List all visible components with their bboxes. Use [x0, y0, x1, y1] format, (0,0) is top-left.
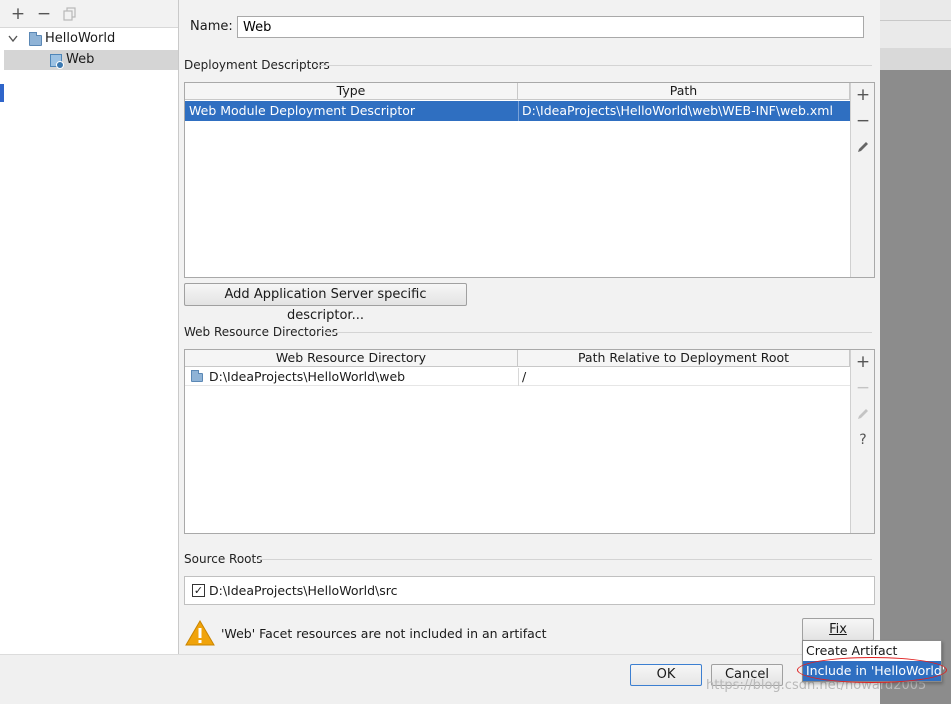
- table-header: Web Resource Directory Path Relative to …: [185, 350, 850, 367]
- column-header-type[interactable]: Type: [185, 83, 518, 100]
- column-divider: [518, 101, 519, 121]
- table-row[interactable]: D:\IdeaProjects\HelloWorld\web /: [185, 368, 850, 386]
- background-window-strip: [880, 48, 951, 70]
- web-facet-icon: [50, 54, 64, 69]
- descriptor-path-cell: D:\IdeaProjects\HelloWorld\web\WEB-INF\w…: [522, 103, 833, 118]
- descriptor-toolbar: + −: [850, 83, 874, 277]
- add-descriptor-icon[interactable]: +: [851, 85, 875, 105]
- tree-item-helloworld[interactable]: HelloWorld: [4, 29, 178, 49]
- relative-path-cell: /: [522, 369, 527, 384]
- section-divider: [258, 559, 872, 560]
- fix-button[interactable]: Fix: [802, 618, 874, 641]
- column-header-directory[interactable]: Web Resource Directory: [185, 350, 518, 367]
- remove-icon[interactable]: −: [35, 5, 53, 23]
- column-divider: [518, 368, 519, 386]
- background-window: [880, 0, 951, 704]
- table-row[interactable]: Web Module Deployment Descriptor D:\Idea…: [185, 101, 850, 121]
- facet-tree-panel: [0, 0, 179, 654]
- add-icon[interactable]: +: [9, 5, 27, 23]
- tree-item-web[interactable]: Web: [4, 50, 178, 70]
- help-icon[interactable]: ?: [851, 430, 875, 450]
- tree-item-label: HelloWorld: [45, 31, 116, 46]
- name-label: Name:: [190, 19, 233, 34]
- ok-button[interactable]: OK: [630, 664, 702, 686]
- tree-item-label: Web: [66, 52, 95, 67]
- deployment-descriptors-title: Deployment Descriptors: [184, 58, 330, 72]
- copy-icon[interactable]: [61, 5, 79, 23]
- highlight-annotation-ring: [797, 657, 947, 683]
- web-resource-directories-table: Web Resource Directory Path Relative to …: [184, 349, 875, 534]
- remove-descriptor-icon[interactable]: −: [851, 111, 875, 131]
- chevron-down-icon[interactable]: [8, 35, 18, 43]
- tree-toolbar: + −: [0, 0, 178, 28]
- web-folder-icon: [191, 370, 203, 382]
- column-header-relative-path[interactable]: Path Relative to Deployment Root: [518, 350, 850, 367]
- table-header: Type Path: [185, 83, 850, 100]
- edit-resource-icon[interactable]: [851, 404, 875, 424]
- module-folder-icon: [29, 32, 42, 46]
- source-root-checkbox[interactable]: ✓: [192, 584, 205, 597]
- edit-descriptor-icon[interactable]: [851, 137, 875, 157]
- descriptor-type-cell: Web Module Deployment Descriptor: [189, 103, 416, 118]
- source-roots-title: Source Roots: [184, 552, 263, 566]
- resource-toolbar: + − ?: [850, 350, 874, 533]
- warning-message: 'Web' Facet resources are not included i…: [221, 626, 547, 641]
- resource-directory-cell: D:\IdeaProjects\HelloWorld\web: [209, 369, 406, 384]
- section-divider: [316, 65, 872, 66]
- remove-resource-icon[interactable]: −: [851, 378, 875, 398]
- source-roots-list: ✓ D:\IdeaProjects\HelloWorld\src: [184, 576, 875, 605]
- web-resource-directories-title: Web Resource Directories: [184, 325, 338, 339]
- name-input[interactable]: [237, 16, 864, 38]
- source-root-path: D:\IdeaProjects\HelloWorld\src: [209, 583, 398, 598]
- column-header-path[interactable]: Path: [518, 83, 850, 100]
- section-divider: [324, 332, 872, 333]
- add-resource-icon[interactable]: +: [851, 352, 875, 372]
- add-server-descriptor-button[interactable]: Add Application Server specific descript…: [184, 283, 467, 323]
- fix-button-label: Fix: [829, 622, 847, 637]
- background-window-toolbar: [880, 0, 951, 48]
- warning-icon: [185, 620, 215, 646]
- selection-marker: [0, 84, 4, 102]
- deployment-descriptors-table: Type Path Web Module Deployment Descript…: [184, 82, 875, 278]
- background-window-divider: [880, 20, 951, 21]
